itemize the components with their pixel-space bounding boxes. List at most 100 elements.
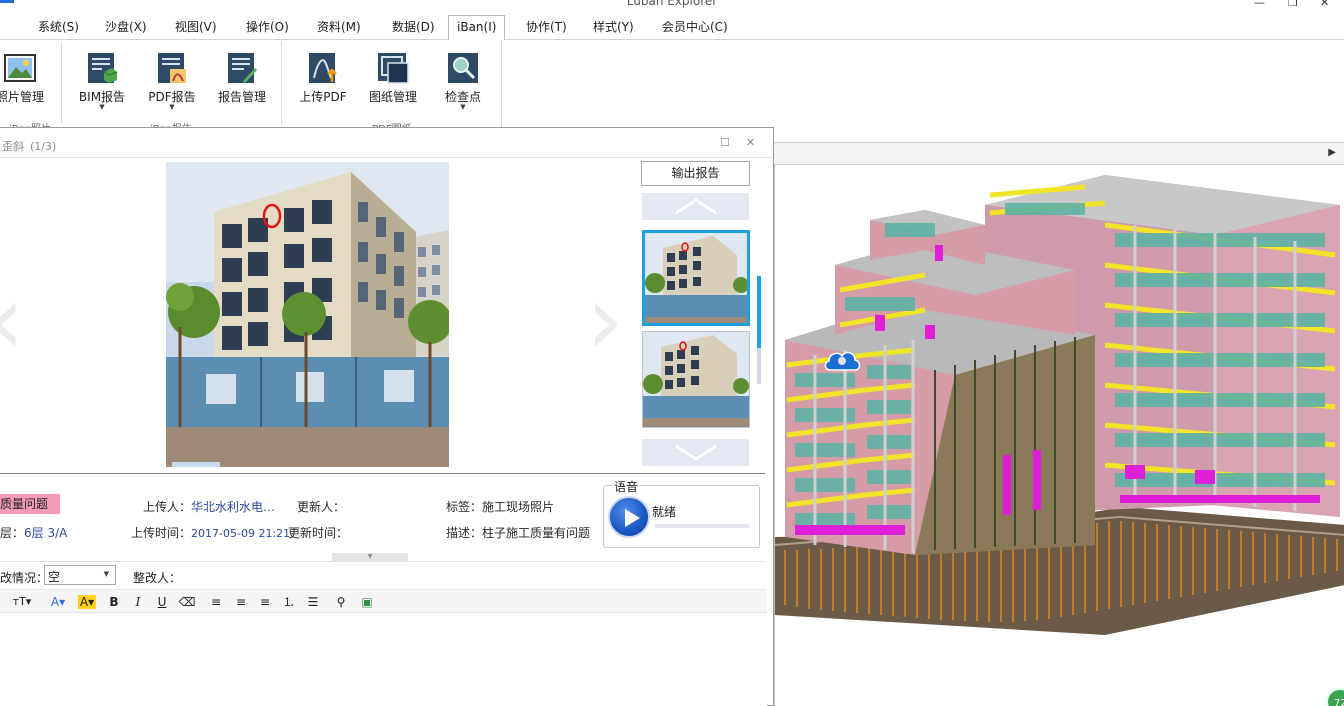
photo-viewer: ‹ › <box>0 159 640 474</box>
next-photo-button[interactable]: › <box>586 264 624 376</box>
minimize-button[interactable]: — <box>1254 0 1265 9</box>
menu-operation[interactable]: 操作(O) <box>238 16 297 38</box>
voice-panel: 语音 就绪 <box>603 478 760 548</box>
align-right-icon[interactable]: ≡ <box>256 593 274 611</box>
report-manage-button[interactable]: 报告管理 <box>210 48 274 120</box>
floor-value: 6层 3/A <box>24 526 68 540</box>
bim-report-icon <box>88 53 118 83</box>
upload-pdf-button[interactable]: 上传PDF <box>291 48 355 120</box>
menu-system[interactable]: 系统(S) <box>30 16 87 38</box>
editor-content[interactable] <box>0 614 767 706</box>
font-size-button[interactable]: тT▾ <box>10 593 34 611</box>
uploader-label: 上传人： <box>143 500 192 514</box>
chevron-up-icon <box>674 198 717 215</box>
checkpoint-button[interactable]: 检查点 ▼ <box>431 48 495 120</box>
close-button[interactable]: ✕ <box>1320 0 1329 9</box>
upload-time-value: 2017-05-09 21:21 <box>191 527 291 540</box>
magnifier-icon <box>448 53 478 83</box>
building-model <box>775 175 1344 635</box>
chevron-down-icon: ▼ <box>103 570 109 578</box>
thumbnail-scroll-down-button[interactable] <box>642 439 749 466</box>
maximize-button[interactable]: ❐ <box>1288 0 1298 9</box>
photo-manage-button[interactable]: 照片管理 <box>0 48 52 120</box>
align-left-icon[interactable]: ≡ <box>207 593 225 611</box>
viewport-header: ▶ <box>774 143 1344 165</box>
dialog-maximize-button[interactable]: ☐ <box>720 136 730 149</box>
font-color-button[interactable]: A▾ <box>48 593 68 611</box>
menu-member-center[interactable]: 会员中心(C) <box>654 16 736 38</box>
issue-marker-icon <box>824 351 861 371</box>
thumbnail-photo <box>643 332 749 427</box>
model-viewport[interactable]: 72 <box>774 165 1344 706</box>
report-manage-label: 报告管理 <box>217 90 266 104</box>
ribbon-separator <box>61 42 62 124</box>
rectification-select[interactable]: 空 ▼ <box>44 565 116 585</box>
photo-icon <box>4 54 36 82</box>
menu-view[interactable]: 视图(V) <box>167 16 225 38</box>
photo-dialog: 歪斜 (1/3) ☐ ✕ ‹ › <box>0 127 774 706</box>
tag-value: 施工现场照片 <box>482 500 555 514</box>
thumbnail-scroll-up-button[interactable] <box>642 193 749 220</box>
ordered-list-icon[interactable]: ⒈ <box>280 593 298 611</box>
photo-manage-label: 照片管理 <box>0 90 44 104</box>
tag-label: 标签： <box>446 500 483 514</box>
bim-report-button[interactable]: BIM报告 ▼ <box>70 48 134 120</box>
tag-info: 标签：施工现场照片 <box>446 498 554 515</box>
description-info: 描述：柱子施工质量有问题 <box>446 524 590 541</box>
photo-divider <box>0 473 765 474</box>
rectification-value: 空 <box>48 570 61 584</box>
drawing-manage-button[interactable]: 图纸管理 <box>361 48 425 120</box>
floor-label: 层： <box>0 526 25 540</box>
menu-style[interactable]: 样式(Y) <box>585 16 642 38</box>
thumbnail-photo <box>645 233 747 323</box>
thumbnail-scrollbar-thumb[interactable] <box>757 276 761 348</box>
previous-photo-button[interactable]: ‹ <box>0 264 24 376</box>
editor-toolbar: тT▾ A▾ A▾ B I U ⌫ ≡ ≡ ≡ ⒈ ☰ ⚲ ▣ <box>0 589 767 613</box>
insert-image-icon[interactable]: ▣ <box>358 593 376 611</box>
menu-collaborate[interactable]: 协作(T) <box>518 16 575 38</box>
rectifier-label: 整改人： <box>133 571 182 585</box>
category-badge: 质量问题 <box>0 494 60 514</box>
export-report-button[interactable]: 输出报告 <box>641 161 750 186</box>
voice-play-button[interactable] <box>608 496 650 538</box>
menu-material[interactable]: 资料(M) <box>309 16 369 38</box>
thumbnail-2[interactable] <box>642 331 750 428</box>
rectification-label: 改情况： <box>0 571 49 585</box>
menu-iban[interactable]: iBan(I) <box>448 15 506 41</box>
underline-button[interactable]: U <box>154 593 170 611</box>
pdf-report-button[interactable]: PDF报告 ▼ <box>140 48 204 120</box>
report-manage-icon <box>228 53 257 83</box>
main-photo[interactable] <box>166 162 449 467</box>
menu-data[interactable]: 数据(D) <box>384 16 443 38</box>
construction-photo <box>166 162 449 467</box>
voice-title: 语音 <box>612 478 641 495</box>
uploader-info: 上传人：华北水利水电… <box>143 498 275 515</box>
floor-info: 层：6层 3/A <box>0 524 67 541</box>
ribbon: 照片管理 BIM报告 ▼ PDF报告 ▼ 报告管理 上传PDF 图纸管理 检查点… <box>0 40 502 132</box>
thumbnail-scrollbar-track[interactable] <box>757 348 761 384</box>
dialog-title-text: 歪斜 <box>2 140 24 153</box>
section-divider <box>0 561 765 562</box>
highlight-button[interactable]: A▾ <box>74 593 100 611</box>
chevron-down-icon <box>674 444 717 461</box>
voice-status: 就绪 <box>652 505 677 519</box>
upload-time-info: 上传时间：2017-05-09 21:21 <box>131 524 290 541</box>
drawing-manage-icon <box>378 53 409 84</box>
drawing-manage-label: 图纸管理 <box>368 90 417 104</box>
uploader-value: 华北水利水电… <box>191 500 276 514</box>
dialog-close-button[interactable]: ✕ <box>746 136 755 149</box>
italic-button[interactable]: I <box>130 593 146 611</box>
attachment-icon[interactable]: ⚲ <box>332 593 350 611</box>
dialog-title: 歪斜 (1/3) <box>2 138 56 154</box>
title-bar: Luban Explorer — ❐ ✕ <box>0 0 1344 32</box>
collapse-toggle[interactable]: ▼ <box>332 553 408 561</box>
eraser-icon[interactable]: ⌫ <box>178 593 196 611</box>
upload-time-label: 上传时间： <box>131 526 192 540</box>
voice-progress-bar[interactable] <box>654 524 750 528</box>
menu-sandbox[interactable]: 沙盘(X) <box>97 16 155 38</box>
expand-right-icon[interactable]: ▶ <box>1328 147 1336 158</box>
align-center-icon[interactable]: ≡ <box>232 593 250 611</box>
bold-button[interactable]: B <box>106 593 122 611</box>
thumbnail-1[interactable] <box>642 230 750 326</box>
unordered-list-icon[interactable]: ☰ <box>304 593 322 611</box>
